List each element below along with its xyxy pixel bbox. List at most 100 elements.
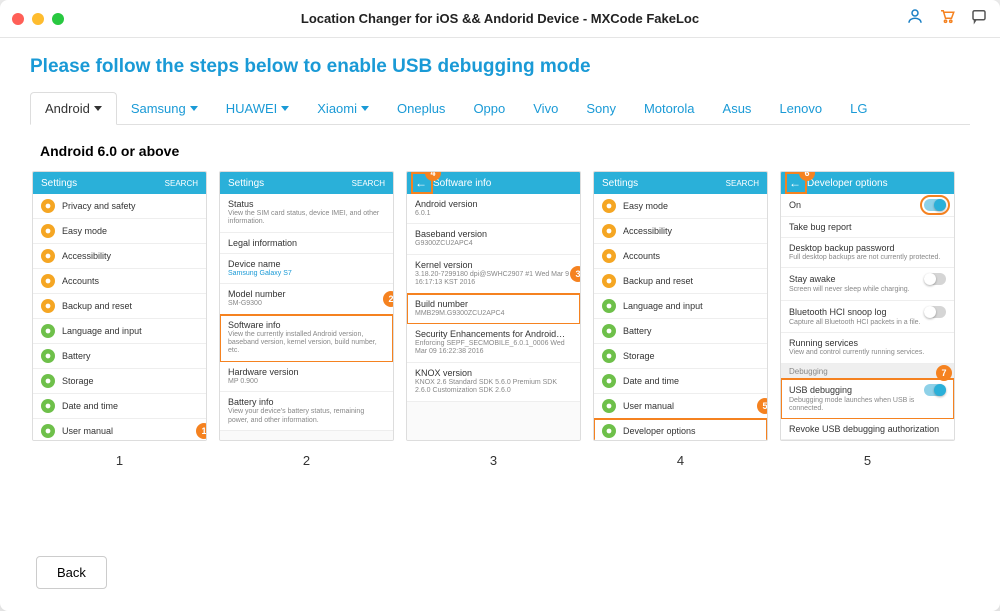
app-window: Location Changer for iOS && Andorid Devi… bbox=[0, 0, 1000, 611]
tab-samsung[interactable]: Samsung bbox=[117, 92, 212, 124]
step-badge: 3 bbox=[570, 266, 580, 282]
toggle bbox=[924, 199, 946, 211]
row-label: Kernel version bbox=[415, 260, 572, 270]
row-subtext: Enforcing SEPF_SECMOBILE_6.0.1_0006 Wed … bbox=[415, 340, 572, 357]
screenshot: SettingsSEARCHStatusView the SIM card st… bbox=[219, 171, 394, 441]
step-2: SettingsSEARCHStatusView the SIM card st… bbox=[219, 171, 394, 468]
row-icon bbox=[602, 424, 616, 438]
screenshot: SettingsSEARCHEasy modeAccessibilityAcco… bbox=[593, 171, 768, 441]
row-label: Accounts bbox=[62, 276, 198, 286]
tab-motorola[interactable]: Motorola bbox=[630, 92, 709, 124]
screenshot-body: Privacy and safetyEasy modeAccessibility… bbox=[33, 194, 206, 441]
row-label: Battery bbox=[62, 351, 198, 361]
row-label: Software info bbox=[228, 320, 385, 330]
list-item: Security Enhancements for Android…Enforc… bbox=[407, 324, 580, 363]
row-icon bbox=[602, 274, 616, 288]
row-label: Status bbox=[228, 199, 385, 209]
screenshot-title: Software info bbox=[433, 178, 491, 189]
row-label: Revoke USB debugging authorization bbox=[789, 424, 946, 434]
toggle bbox=[924, 273, 946, 285]
row-label: Device name bbox=[228, 259, 385, 269]
row-subtext: Samsung Galaxy S7 bbox=[228, 270, 292, 278]
chevron-down-icon bbox=[190, 106, 198, 111]
row-icon bbox=[41, 299, 55, 313]
search-label: SEARCH bbox=[165, 179, 198, 188]
row-label: Battery info bbox=[228, 397, 385, 407]
tab-oneplus[interactable]: Oneplus bbox=[383, 92, 459, 124]
list-item: Software infoView the currently installe… bbox=[220, 315, 393, 362]
list-item: Easy mode bbox=[33, 219, 206, 244]
row-subtext: View your device's battery status, remai… bbox=[228, 408, 385, 425]
row-label: Hardware version bbox=[228, 367, 385, 377]
list-item: Developer options bbox=[594, 419, 767, 441]
list-item: Bluetooth HCI snoop logCapture all Bluet… bbox=[781, 301, 954, 333]
tab-huawei[interactable]: HUAWEI bbox=[212, 92, 304, 124]
row-label: Baseband version bbox=[415, 229, 572, 239]
list-item: Language and input bbox=[33, 319, 206, 344]
row-icon bbox=[602, 199, 616, 213]
row-label: KNOX version bbox=[415, 368, 572, 378]
screenshot-header: SettingsSEARCH bbox=[594, 172, 767, 194]
step-number: 5 bbox=[864, 453, 871, 468]
row-label: Backup and reset bbox=[62, 301, 198, 311]
list-item: User manual5 bbox=[594, 394, 767, 419]
section-label: Debugging bbox=[781, 364, 954, 379]
step-badge: 5 bbox=[757, 398, 767, 414]
row-icon bbox=[602, 299, 616, 313]
row-label: Build number bbox=[415, 299, 572, 309]
list-item: User manual1 bbox=[33, 419, 206, 441]
list-item: Storage bbox=[594, 344, 767, 369]
screenshot: ←Developer options6OnTake bug reportDesk… bbox=[780, 171, 955, 441]
row-icon bbox=[602, 374, 616, 388]
tab-sony[interactable]: Sony bbox=[572, 92, 630, 124]
screenshot-body: OnTake bug reportDesktop backup password… bbox=[781, 194, 954, 441]
step-number: 1 bbox=[116, 453, 123, 468]
list-item: Language and input bbox=[594, 294, 767, 319]
row-subtext: 6.0.1 bbox=[415, 210, 431, 218]
list-item: Accessibility bbox=[594, 219, 767, 244]
content: Please follow the steps below to enable … bbox=[0, 38, 1000, 611]
tab-lg[interactable]: LG bbox=[836, 92, 881, 124]
row-icon bbox=[41, 224, 55, 238]
list-item: Revoke USB debugging authorization bbox=[781, 419, 954, 440]
list-item: Date and time bbox=[594, 369, 767, 394]
row-subtext: G9300ZCU2APC4 bbox=[415, 240, 473, 248]
row-icon bbox=[602, 324, 616, 338]
row-subtext: View and control currently running servi… bbox=[789, 349, 924, 357]
chevron-down-icon bbox=[281, 106, 289, 111]
row-icon bbox=[41, 374, 55, 388]
row-subtext: Debugging mode launches when USB is conn… bbox=[789, 397, 946, 414]
row-label: Developer options bbox=[623, 426, 759, 436]
tab-vivo[interactable]: Vivo bbox=[519, 92, 572, 124]
row-label: User manual bbox=[62, 426, 198, 436]
list-item: Device nameSamsung Galaxy S7 bbox=[220, 254, 393, 284]
row-subtext: Screen will never sleep while charging. bbox=[789, 286, 910, 294]
list-item: Privacy and safety bbox=[33, 194, 206, 219]
tab-lenovo[interactable]: Lenovo bbox=[765, 92, 836, 124]
row-label: Privacy and safety bbox=[62, 201, 198, 211]
list-item: Storage bbox=[33, 369, 206, 394]
back-button[interactable]: Back bbox=[36, 556, 107, 589]
step-number: 2 bbox=[303, 453, 310, 468]
tab-android[interactable]: Android bbox=[30, 92, 117, 125]
list-item: USB debuggingDebugging mode launches whe… bbox=[781, 379, 954, 420]
tab-asus[interactable]: Asus bbox=[709, 92, 766, 124]
row-subtext: SM-G9300 bbox=[228, 300, 262, 308]
step-5: ←Developer options6OnTake bug reportDesk… bbox=[780, 171, 955, 468]
row-label: Model number bbox=[228, 289, 385, 299]
list-item: Android version6.0.1 bbox=[407, 194, 580, 224]
row-subtext: MP 0.900 bbox=[228, 378, 258, 386]
screenshot-title: Settings bbox=[228, 178, 264, 189]
screenshot-body: StatusView the SIM card status, device I… bbox=[220, 194, 393, 441]
step-1: SettingsSEARCHPrivacy and safetyEasy mod… bbox=[32, 171, 207, 468]
row-label: Date and time bbox=[623, 376, 759, 386]
subtitle: Android 6.0 or above bbox=[40, 143, 970, 159]
row-label: On bbox=[789, 200, 917, 210]
tab-xiaomi[interactable]: Xiaomi bbox=[303, 92, 383, 124]
step-4: SettingsSEARCHEasy modeAccessibilityAcco… bbox=[593, 171, 768, 468]
row-label: User manual bbox=[623, 401, 759, 411]
screenshot-title: Developer options bbox=[807, 178, 888, 189]
row-label: Security Enhancements for Android… bbox=[415, 329, 572, 339]
row-label: Storage bbox=[623, 351, 759, 361]
tab-oppo[interactable]: Oppo bbox=[459, 92, 519, 124]
